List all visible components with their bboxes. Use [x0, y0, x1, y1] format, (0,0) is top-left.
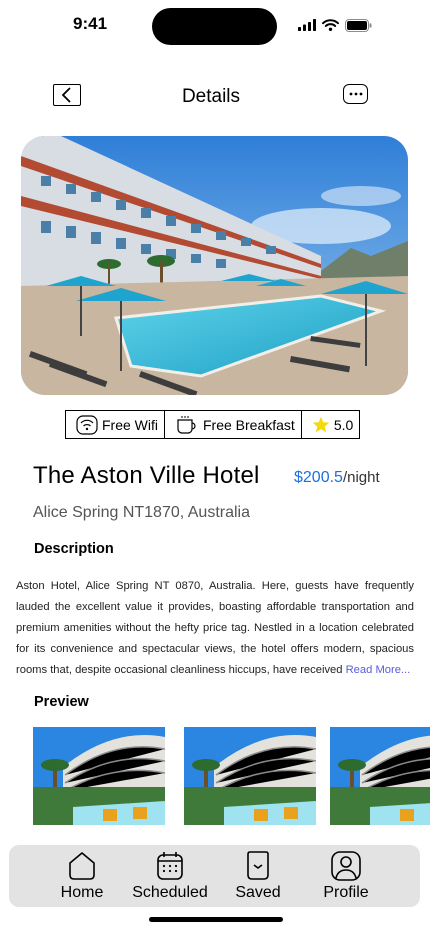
- amenity-breakfast: Free Breakfast: [165, 411, 302, 438]
- tab-profile[interactable]: Profile: [301, 851, 391, 905]
- rating-value: 5.0: [333, 416, 354, 433]
- top-nav: Details: [0, 78, 430, 118]
- description-heading: Description: [34, 541, 114, 557]
- description-body: Aston Hotel, Alice Spring NT 0870, Austr…: [16, 580, 414, 676]
- hotel-hero-image[interactable]: [21, 136, 408, 395]
- hotel-pool-photo: [21, 136, 408, 395]
- amenity-label: Free Breakfast: [203, 416, 295, 433]
- battery-icon: [345, 18, 372, 32]
- bottom-tab-bar: Home Scheduled Saved Profile: [9, 845, 420, 907]
- preview-photo: [330, 727, 430, 825]
- preview-thumbnail[interactable]: [33, 727, 165, 825]
- cellular-signal-icon: [298, 19, 316, 31]
- status-icons: [298, 16, 372, 34]
- hotel-name: The Aston Ville Hotel: [33, 462, 260, 489]
- wifi-signal-icon: [322, 19, 339, 31]
- tab-label: Profile: [323, 884, 369, 901]
- amenity-label: Free Wifi: [102, 416, 158, 433]
- more-options-button[interactable]: [343, 84, 368, 104]
- tab-label: Scheduled: [132, 884, 208, 901]
- preview-thumbnail[interactable]: [330, 727, 430, 825]
- bookmark-icon: [247, 851, 269, 880]
- preview-gallery: [33, 727, 430, 827]
- calendar-icon: [157, 852, 183, 880]
- status-time: 9:41: [73, 14, 108, 33]
- home-icon: [69, 852, 95, 880]
- price-unit: /night: [342, 469, 380, 486]
- preview-photo: [184, 727, 316, 825]
- tab-scheduled[interactable]: Scheduled: [125, 851, 215, 905]
- home-indicator[interactable]: [149, 917, 283, 922]
- status-bar: 9:41: [0, 0, 430, 54]
- tab-label: Home: [60, 884, 104, 901]
- read-more-link[interactable]: Read More...: [346, 664, 411, 676]
- tab-saved[interactable]: Saved: [213, 851, 303, 905]
- amenity-rating: 5.0: [302, 411, 359, 438]
- wifi-icon: [76, 414, 98, 435]
- hotel-location: Alice Spring NT1870, Australia: [33, 504, 250, 521]
- profile-icon: [331, 851, 361, 881]
- preview-photo: [33, 727, 165, 825]
- tab-home[interactable]: Home: [37, 851, 127, 905]
- description-text: Aston Hotel, Alice Spring NT 0870, Austr…: [16, 576, 414, 681]
- dynamic-island: [152, 8, 277, 45]
- ellipsis-icon: [349, 92, 362, 96]
- preview-thumbnail[interactable]: [184, 727, 316, 825]
- tab-label: Saved: [235, 884, 281, 901]
- amenity-wifi: Free Wifi: [66, 411, 165, 438]
- coffee-cup-icon: [177, 415, 196, 434]
- price-value: $200.5: [294, 469, 343, 486]
- preview-heading: Preview: [34, 694, 89, 710]
- star-icon: [312, 416, 329, 433]
- amenities-bar: Free Wifi Free Breakfast 5.0: [65, 410, 361, 439]
- price: $200.5/night: [294, 469, 380, 487]
